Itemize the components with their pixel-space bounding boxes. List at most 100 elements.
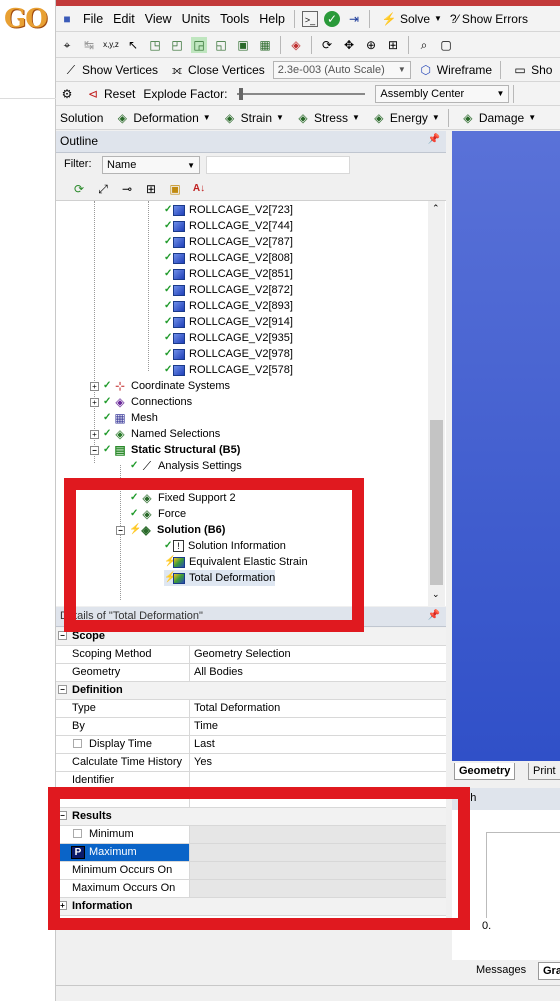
- tree-item-body[interactable]: ✓ ROLLCAGE_V2[914]: [164, 314, 293, 330]
- tree-item-static-structural[interactable]: − ✓ ▤ Static Structural (B5): [90, 442, 240, 458]
- filter-search-input[interactable]: [206, 156, 350, 174]
- tree-item-coordinate-systems[interactable]: + ✓ ⊹ Coordinate Systems: [90, 378, 230, 394]
- worksheet-icon[interactable]: >_: [301, 10, 318, 27]
- check-icon[interactable]: ✓: [323, 10, 340, 27]
- display-time-checkbox[interactable]: [73, 739, 82, 748]
- zoom-box-icon[interactable]: ⊞: [385, 37, 401, 53]
- tree-item-body[interactable]: ✓ ROLLCAGE_V2[872]: [164, 282, 293, 298]
- tab-print[interactable]: Print: [528, 763, 560, 780]
- lightning-icon: ⚡: [381, 11, 397, 26]
- tree-item-body[interactable]: ✓ ROLLCAGE_V2[978]: [164, 346, 293, 362]
- menu-tools[interactable]: Tools: [215, 12, 254, 26]
- solve-button[interactable]: ⚡ Solve ▼: [374, 11, 446, 27]
- scrollbar-thumb[interactable]: [430, 420, 443, 585]
- cursor-icon[interactable]: ↖: [125, 37, 141, 53]
- tree-item-body[interactable]: ✓ ROLLCAGE_V2[893]: [164, 298, 293, 314]
- show-vertices-button[interactable]: ⟋ Show Vertices: [56, 62, 162, 78]
- reset-button[interactable]: ⊲ Reset: [78, 86, 139, 102]
- show-button[interactable]: ▭ Sho: [505, 62, 556, 78]
- body-icon: [173, 236, 185, 248]
- detail-row[interactable]: Calculate Time History Yes: [56, 754, 446, 772]
- check-icon: ✓: [164, 204, 173, 215]
- xyz-icon[interactable]: x,y,z: [103, 37, 119, 53]
- detail-row[interactable]: Scoping Method Geometry Selection: [56, 646, 446, 664]
- check-icon: ✓: [130, 460, 139, 471]
- menu-units[interactable]: Units: [177, 12, 215, 26]
- damage-button[interactable]: ◈ Damage ▼: [453, 110, 540, 126]
- tree-item-mesh[interactable]: ✓ ▦ Mesh: [103, 410, 158, 426]
- tree-toolbar: ⟳ ⤢ ⊸ ⊞ ▣ A↓: [56, 177, 446, 201]
- expand-all-icon[interactable]: ⊞: [143, 181, 159, 197]
- tree-item-body[interactable]: ✓ ROLLCAGE_V2[851]: [164, 266, 293, 282]
- tree-item-analysis-settings[interactable]: ✓ ⟋ Analysis Settings: [130, 458, 242, 474]
- tab-graph[interactable]: Gra: [538, 962, 560, 980]
- collapse-icon[interactable]: ⤢: [95, 181, 111, 197]
- assembly-dropdown[interactable]: Assembly Center ▼: [375, 84, 510, 103]
- slider-track: [237, 92, 366, 95]
- tree-item-body[interactable]: ✓ ROLLCAGE_V2[787]: [164, 234, 293, 250]
- scroll-down-icon[interactable]: ⌄: [432, 589, 440, 600]
- graph-axis-zero: 0.: [482, 920, 492, 932]
- collapse-icon[interactable]: −: [90, 445, 99, 455]
- detail-row[interactable]: By Time: [56, 718, 446, 736]
- menu-edit[interactable]: Edit: [108, 12, 140, 26]
- tree-item-body[interactable]: ✓ ROLLCAGE_V2[935]: [164, 330, 293, 346]
- tree-item-body[interactable]: ✓ ROLLCAGE_V2[723]: [164, 202, 293, 218]
- expand-icon[interactable]: +: [90, 429, 99, 439]
- sort-az-icon[interactable]: A↓: [191, 181, 207, 197]
- tree-node-icon[interactable]: ⊸: [119, 181, 135, 197]
- close-vertices-button[interactable]: ⟗ Close Vertices: [162, 62, 269, 78]
- filter-dropdown[interactable]: Name ▼: [102, 156, 200, 174]
- body-select-icon[interactable]: ◱: [213, 37, 229, 53]
- folder-icon[interactable]: ▣: [167, 181, 183, 197]
- energy-button[interactable]: ◈ Energy ▼: [364, 110, 444, 126]
- menu-file[interactable]: File: [78, 12, 108, 26]
- zoom-fit-icon[interactable]: ⌕: [416, 37, 432, 53]
- tab-geometry[interactable]: Geometry: [454, 763, 516, 780]
- slider-thumb[interactable]: [239, 87, 244, 100]
- wireframe-button[interactable]: ⬡ Wireframe: [411, 62, 496, 78]
- tree-item-body[interactable]: ✓ ROLLCAGE_V2[808]: [164, 250, 293, 266]
- collapse-icon[interactable]: −: [58, 685, 67, 694]
- update-icon[interactable]: ↹: [81, 37, 97, 53]
- pan-icon[interactable]: ✥: [341, 37, 357, 53]
- tree-item-named-selections[interactable]: + ✓ ◈ Named Selections: [90, 426, 220, 442]
- detail-row[interactable]: Geometry All Bodies: [56, 664, 446, 682]
- expand-icon[interactable]: +: [90, 381, 99, 391]
- pin-icon[interactable]: 📌: [428, 134, 440, 145]
- separator: [293, 9, 295, 28]
- pan-select-icon[interactable]: ⌖: [59, 37, 75, 53]
- zoom-icon[interactable]: ⊕: [363, 37, 379, 53]
- menu-help[interactable]: Help: [254, 12, 290, 26]
- tree-item-body[interactable]: ✓ ROLLCAGE_V2[578]: [164, 362, 293, 378]
- tree-item-connections[interactable]: + ✓ ◈ Connections: [90, 394, 192, 410]
- expand-icon[interactable]: +: [90, 397, 99, 407]
- magnifier-icon[interactable]: ▢: [438, 37, 454, 53]
- menu-view[interactable]: View: [140, 12, 177, 26]
- stress-button[interactable]: ◈ Stress ▼: [288, 110, 364, 126]
- pin-icon[interactable]: 📌: [428, 610, 440, 621]
- tab-messages[interactable]: Messages: [476, 964, 526, 976]
- refresh-icon[interactable]: ⟳: [71, 181, 87, 197]
- scroll-up-icon[interactable]: ⌃: [432, 203, 440, 214]
- tree-item-body[interactable]: ✓ ROLLCAGE_V2[744]: [164, 218, 293, 234]
- detail-row[interactable]: Type Total Deformation: [56, 700, 446, 718]
- collapse-icon[interactable]: −: [58, 631, 67, 640]
- show-errors-button[interactable]: ?⁄ Show Errors: [446, 12, 532, 26]
- rotate-icon[interactable]: ⟳: [319, 37, 335, 53]
- node-select-icon[interactable]: ▣: [235, 37, 251, 53]
- graphics-viewport[interactable]: [452, 131, 560, 761]
- explode-slider[interactable]: [237, 87, 366, 100]
- deformation-button[interactable]: ◈ Deformation ▼: [107, 110, 214, 126]
- face-select-icon[interactable]: ◲: [191, 36, 207, 53]
- section-definition[interactable]: − Definition: [56, 682, 446, 700]
- connect-icon[interactable]: ⇥: [346, 11, 362, 27]
- vertex-select-icon[interactable]: ◳: [147, 37, 163, 53]
- element-select-icon[interactable]: ▦: [257, 37, 273, 53]
- edge-select-icon[interactable]: ◰: [169, 37, 185, 53]
- explode-icon[interactable]: ⚙: [59, 86, 75, 102]
- strain-button[interactable]: ◈ Strain ▼: [215, 110, 288, 126]
- extend-selection-icon[interactable]: ◈: [288, 37, 304, 53]
- detail-row[interactable]: Display Time Last: [56, 736, 446, 754]
- scale-dropdown[interactable]: 2.3e-003 (Auto Scale) ▼: [272, 60, 411, 79]
